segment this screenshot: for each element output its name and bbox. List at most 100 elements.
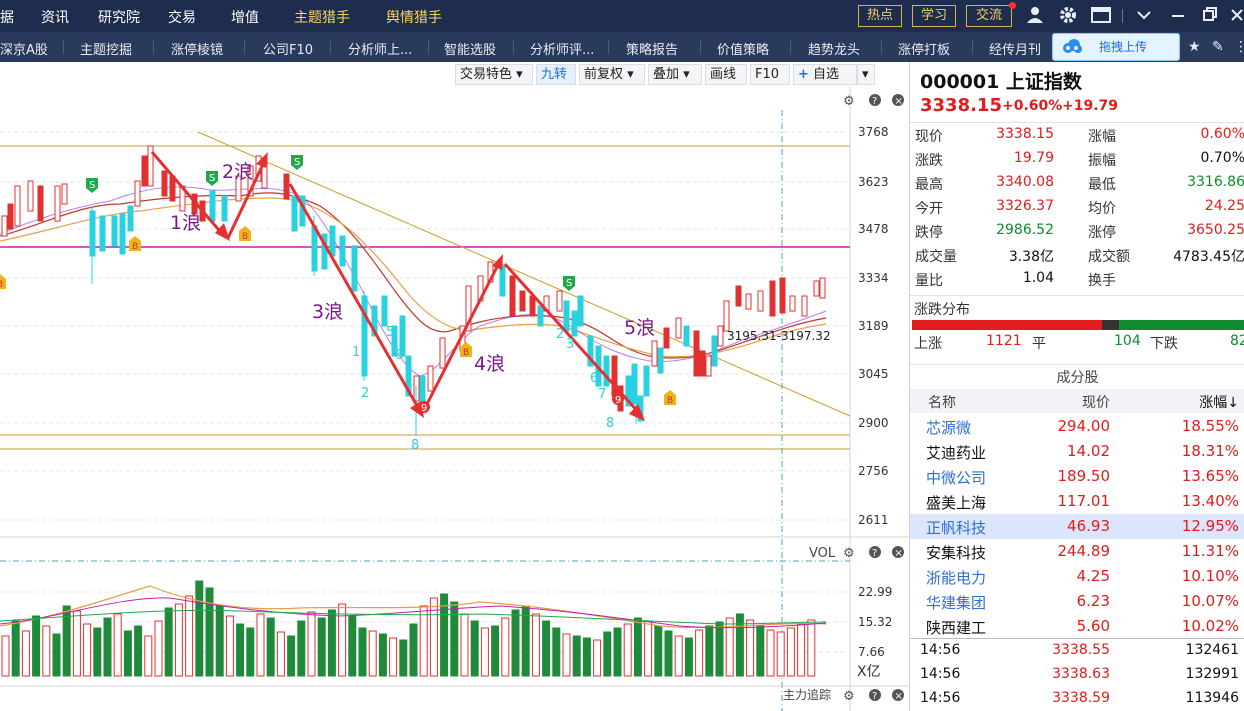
divider <box>972 40 973 54</box>
volume-bar <box>42 625 51 677</box>
restore-icon[interactable] <box>1202 6 1218 28</box>
volume-bar <box>266 617 275 677</box>
volume-pane-controls[interactable]: ⚙ ? × <box>843 546 904 561</box>
signal-b-label: B <box>242 232 248 242</box>
constituent-row[interactable]: 盛美上海 117.01 13.40% <box>910 489 1244 514</box>
menu-news[interactable]: 资讯 <box>41 7 69 27</box>
chevron-down-icon[interactable] <box>1136 6 1152 28</box>
price-adjust-label: 前复权 <box>584 67 624 82</box>
top-menu-bar: 据 资讯 研究院 交易 增值 主题猎手 舆情猎手 热点 学习 交流 <box>0 0 1244 32</box>
tab-company-f10[interactable]: 公司F10 <box>263 39 313 58</box>
f10-button[interactable]: F10 <box>750 64 790 85</box>
nine-turn-button[interactable]: 九转 <box>536 64 576 85</box>
volume-bar <box>684 637 693 677</box>
constituent-name[interactable]: 陕西建工 <box>926 617 986 638</box>
constituent-name[interactable]: 芯源微 <box>926 417 971 438</box>
signal-s-label: S <box>209 173 215 184</box>
minimize-icon[interactable] <box>1170 6 1186 28</box>
volume-bar <box>236 623 245 677</box>
volume-bar <box>287 635 296 677</box>
hot-button[interactable]: 热点 <box>858 5 902 27</box>
header-change-sorted[interactable]: 涨幅↓ <box>1199 392 1239 412</box>
volume-bar <box>358 627 367 677</box>
tab-analyst-up[interactable]: 分析师上... <box>348 39 412 58</box>
volume-bar <box>113 613 122 677</box>
constituent-row[interactable]: 正帆科技 46.93 12.95% <box>910 514 1244 539</box>
tick-row: 14:56 3338.55 132461 <box>910 640 1244 663</box>
upload-label: 拖拽上传 <box>1099 40 1148 54</box>
price-adjust-dropdown[interactable]: 前复权 ▾ <box>579 64 645 85</box>
chat-button[interactable]: 交流 <box>966 5 1012 27</box>
volume-bar <box>348 615 357 677</box>
trade-feature-dropdown[interactable]: 交易特色 ▾ <box>455 64 533 85</box>
footer-pane-controls[interactable]: ⚙ ? × <box>843 689 904 704</box>
constituent-name[interactable]: 盛美上海 <box>926 492 986 513</box>
star-icon[interactable]: ★ <box>1188 39 1201 55</box>
tab-smart-pick[interactable]: 智能选股 <box>444 39 496 58</box>
constituent-row[interactable]: 华建集团 6.23 10.07% <box>910 589 1244 614</box>
header-price[interactable]: 现价 <box>1082 392 1110 412</box>
tab-monthly[interactable]: 经传月刊 <box>989 39 1041 58</box>
volume-label: VOL <box>809 546 836 561</box>
menu-sentiment-hunter[interactable]: 舆情猎手 <box>386 7 442 27</box>
signal-b-label: B <box>132 242 138 252</box>
tab-limit-board[interactable]: 涨停打板 <box>898 39 950 58</box>
quote-row: 现价 3338.15 涨幅 0.60% <box>910 124 1244 148</box>
constituent-row[interactable]: 陕西建工 5.60 10.02% <box>910 614 1244 639</box>
constituent-change: 10.02% <box>1181 617 1239 635</box>
constituent-row[interactable]: 浙能电力 4.25 10.10% <box>910 564 1244 589</box>
volume-bar <box>664 630 673 677</box>
close-icon[interactable] <box>1230 6 1244 28</box>
quote-label: 跌停 <box>915 225 943 241</box>
header-name[interactable]: 名称 <box>928 392 956 412</box>
constituent-row[interactable]: 安集科技 244.89 11.31% <box>910 539 1244 564</box>
constituent-row[interactable]: 艾迪药业 14.02 18.31% <box>910 439 1244 464</box>
tab-value-strategy[interactable]: 价值策略 <box>717 39 769 58</box>
menu-research[interactable]: 研究院 <box>98 7 140 27</box>
main-pane-controls[interactable]: ⚙ ? × <box>843 94 904 109</box>
overlay-dropdown[interactable]: 叠加 ▾ <box>648 64 702 85</box>
drag-upload-button[interactable]: 拖拽上传 <box>1052 33 1180 61</box>
more-icon[interactable]: ⋮ <box>1234 39 1244 55</box>
constituent-change: 18.55% <box>1181 417 1239 435</box>
constituent-name[interactable]: 华建集团 <box>926 592 986 613</box>
menu-theme-hunter[interactable]: 主题猎手 <box>294 7 350 27</box>
volume-bar <box>480 627 489 677</box>
tab-a-shares[interactable]: 深京A股 <box>0 39 48 58</box>
draw-line-button[interactable]: 画线 <box>705 64 747 85</box>
volume-bar <box>562 633 571 677</box>
tick-time: 14:56 <box>920 642 961 658</box>
constituent-name[interactable]: 浙能电力 <box>926 567 986 588</box>
tab-theme-mining[interactable]: 主题挖掘 <box>80 39 132 58</box>
constituents-header: 名称 现价 涨幅↓ <box>910 389 1244 413</box>
td-number: 1 <box>352 345 360 360</box>
divider <box>428 40 429 54</box>
gear-icon[interactable] <box>1059 6 1077 28</box>
constituent-row[interactable]: 芯源微 294.00 18.55% <box>910 414 1244 439</box>
price-tick: 2611 <box>858 513 889 527</box>
tab-analyst-review[interactable]: 分析师评... <box>530 39 594 58</box>
quote-row: 成交量 3.38亿 成交额 4783.45亿 <box>910 244 1244 268</box>
constituent-name[interactable]: 中微公司 <box>926 467 986 488</box>
constituent-name[interactable]: 正帆科技 <box>926 517 986 538</box>
constituent-name[interactable]: 安集科技 <box>926 542 986 563</box>
flat-label: 平 <box>1032 336 1046 352</box>
quote-label: 量比 <box>915 273 943 289</box>
watchlist-button[interactable]: + 自选 <box>793 64 857 85</box>
window-layout-icon[interactable] <box>1091 6 1111 28</box>
volume-bar <box>256 613 265 677</box>
constituent-row[interactable]: 中微公司 189.50 13.65% <box>910 464 1244 489</box>
chevron-down-icon[interactable]: ▾ <box>857 64 875 85</box>
tab-strategy-report[interactable]: 策略报告 <box>626 39 678 58</box>
edit-icon[interactable]: ✎ <box>1212 39 1224 55</box>
menu-data[interactable]: 据 <box>0 7 14 27</box>
kline-chart[interactable]: 1浪 2浪 3浪 4浪 5浪 1 2 5 6 8 2 3 6 7 8 9 9 S… <box>0 86 909 711</box>
user-icon[interactable] <box>1026 6 1044 28</box>
menu-value-added[interactable]: 增值 <box>231 7 259 27</box>
notification-dot-icon <box>1009 2 1016 9</box>
learn-button[interactable]: 学习 <box>912 5 956 27</box>
menu-trade[interactable]: 交易 <box>168 7 196 27</box>
constituent-name[interactable]: 艾迪药业 <box>926 442 986 463</box>
tab-limit-prism[interactable]: 涨停棱镜 <box>171 39 223 58</box>
tab-trend-leader[interactable]: 趋势龙头 <box>808 39 860 58</box>
